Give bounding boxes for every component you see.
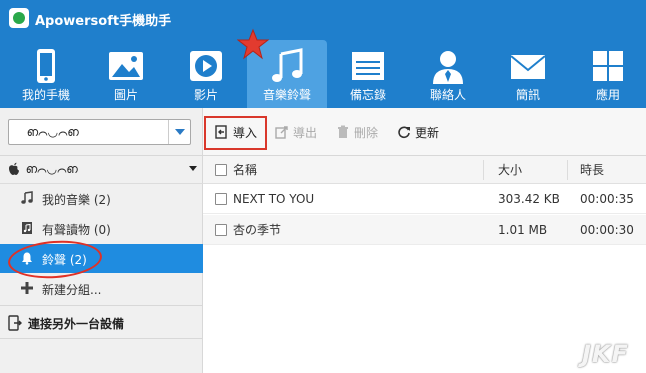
audiobook-icon xyxy=(20,221,34,235)
app-title: Apowersoft手機助手 xyxy=(35,14,172,29)
star-annotation-icon xyxy=(236,28,270,60)
row-checkbox[interactable] xyxy=(215,224,227,236)
refresh-label: 更新 xyxy=(415,125,440,140)
file-list-header: 名稱 大小 時長 xyxy=(203,156,646,184)
row-duration: 00:00:35 xyxy=(580,192,634,206)
contact-person-icon xyxy=(428,48,468,86)
export-button[interactable]: 導出 xyxy=(275,120,317,144)
nav-pictures[interactable]: 圖片 xyxy=(86,40,166,108)
select-all-checkbox[interactable] xyxy=(215,164,227,176)
caret-down-icon xyxy=(189,166,197,171)
delete-label: 刪除 xyxy=(354,125,379,140)
toolbar: 導入 導出 刪除 更新 xyxy=(203,108,646,156)
file-list: 名稱 大小 時長 NEXT TO YOU 303.42 KB 00:00:35 … xyxy=(203,156,646,373)
sidebar-item-audiobooks[interactable]: 有聲讀物 (0) xyxy=(0,214,203,243)
column-divider xyxy=(567,160,568,180)
row-name: NEXT TO YOU xyxy=(233,192,315,206)
phone-icon xyxy=(26,48,66,86)
table-row[interactable]: 杏の季节 1.01 MB 00:00:30 xyxy=(203,215,646,245)
sidebar-device-name: ഩ⌒◡⌒ഩ xyxy=(26,162,78,176)
nav-apps[interactable]: 應用 xyxy=(568,40,646,108)
sidebar-device-header[interactable]: ഩ⌒◡⌒ഩ xyxy=(0,156,203,184)
video-play-icon xyxy=(186,48,226,86)
nav-messages[interactable]: 簡訊 xyxy=(488,40,568,108)
picture-icon xyxy=(106,48,146,86)
table-row[interactable]: NEXT TO YOU 303.42 KB 00:00:35 xyxy=(203,184,646,214)
apps-grid-icon xyxy=(588,48,628,86)
plus-icon xyxy=(20,281,34,295)
column-name[interactable]: 名稱 xyxy=(233,156,257,184)
watermark: JKF xyxy=(582,340,629,368)
sidebar-item-my-music[interactable]: 我的音樂 (2) xyxy=(0,184,203,213)
sidebar-item-new-group[interactable]: 新建分組... xyxy=(0,274,203,303)
row-name: 杏の季节 xyxy=(233,223,282,237)
column-divider xyxy=(483,160,484,180)
chevron-down-icon[interactable] xyxy=(168,120,190,144)
envelope-icon xyxy=(508,48,548,86)
export-icon xyxy=(275,125,289,139)
trash-icon xyxy=(336,125,350,139)
device-dropdown-value: ഩ⌒◡⌒ഩ xyxy=(27,125,79,139)
connect-device-icon xyxy=(8,315,22,331)
nav-contacts[interactable]: 聯絡人 xyxy=(408,40,488,108)
nav-my-phone[interactable]: 我的手機 xyxy=(6,40,86,108)
main-nav: 我的手機 圖片 影片 音樂鈴聲 備忘錄 聯絡人 簡訊 應用 xyxy=(0,40,646,108)
device-dropdown[interactable]: ഩ⌒◡⌒ഩ xyxy=(8,119,191,145)
row-size: 1.01 MB xyxy=(498,223,548,237)
app-header: Apowersoft手機助手 我的手機 圖片 影片 音樂鈴聲 備忘錄 聯絡人 簡… xyxy=(0,0,646,108)
refresh-button[interactable]: 更新 xyxy=(397,120,439,144)
music-note-icon xyxy=(267,48,307,86)
music-note-icon xyxy=(20,191,34,205)
import-highlight-annotation xyxy=(204,116,267,150)
app-logo-icon xyxy=(9,8,29,28)
title-bar: Apowersoft手機助手 xyxy=(0,0,646,36)
apple-icon xyxy=(8,162,20,176)
nav-videos[interactable]: 影片 xyxy=(166,40,246,108)
nav-notes[interactable]: 備忘錄 xyxy=(328,40,408,108)
column-size[interactable]: 大小 xyxy=(498,156,522,184)
delete-button[interactable]: 刪除 xyxy=(336,120,378,144)
row-checkbox[interactable] xyxy=(215,193,227,205)
column-duration[interactable]: 時長 xyxy=(580,156,604,184)
export-label: 導出 xyxy=(293,125,318,140)
connect-another-device[interactable]: 連接另外一台設備 xyxy=(0,305,203,339)
row-size: 303.42 KB xyxy=(498,192,560,206)
row-duration: 00:00:30 xyxy=(580,223,634,237)
device-selector-panel: ഩ⌒◡⌒ഩ xyxy=(0,108,203,156)
refresh-icon xyxy=(397,125,411,139)
notes-icon xyxy=(348,48,388,86)
